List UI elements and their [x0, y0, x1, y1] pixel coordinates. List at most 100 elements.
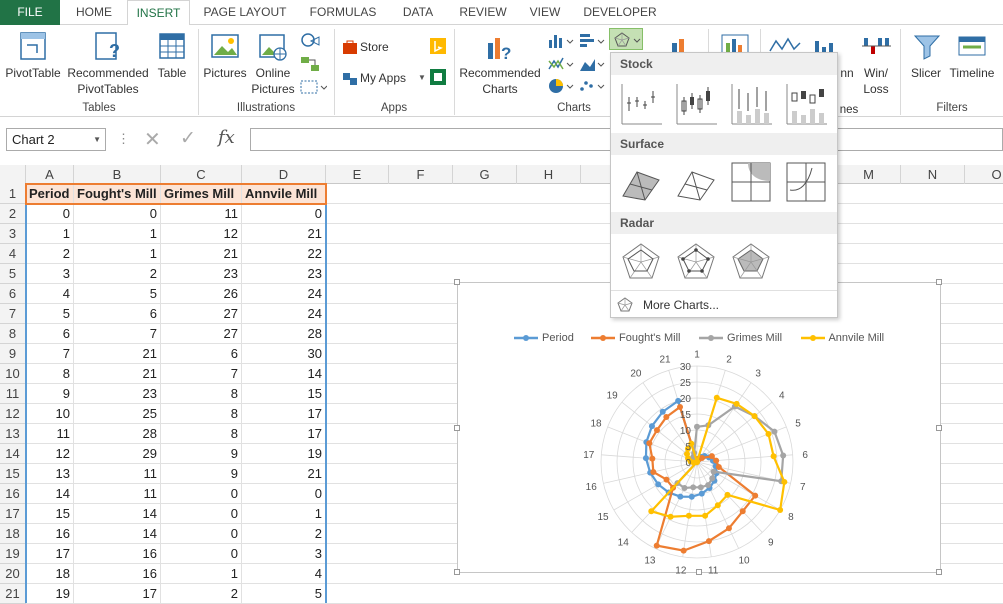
name-box[interactable]: Chart 2 ▼ [6, 128, 106, 151]
data-cell[interactable]: 28 [74, 424, 161, 444]
data-cell[interactable]: 24 [242, 284, 326, 304]
column-header[interactable]: E [326, 165, 389, 184]
resize-handle[interactable] [696, 569, 702, 575]
row-header[interactable]: 14 [0, 444, 26, 464]
recommended-pivottables-button[interactable]: ? Recommended PivotTables [66, 29, 150, 99]
data-cell[interactable]: 1 [74, 224, 161, 244]
row-header[interactable]: 10 [0, 364, 26, 384]
store-button[interactable]: Store [340, 37, 420, 59]
column-chart-icon[interactable] [547, 32, 575, 50]
data-cell[interactable]: 8 [161, 404, 242, 424]
radar-markers-thumb[interactable] [674, 240, 718, 284]
data-cell[interactable]: 15 [26, 504, 74, 524]
insert-function-icon[interactable]: fx [218, 127, 235, 148]
data-cell[interactable]: 8 [26, 364, 74, 384]
pivottable-button[interactable]: PivotTable [2, 29, 64, 99]
online-pictures-button[interactable]: Online Pictures [250, 29, 296, 99]
data-cell[interactable]: 9 [161, 464, 242, 484]
pictures-button[interactable]: Pictures [202, 29, 248, 99]
stock-hlc-thumb[interactable] [619, 81, 663, 125]
cancel-icon[interactable]: ✕ [144, 127, 161, 152]
column-header[interactable]: C [161, 165, 242, 184]
data-cell[interactable]: 15 [242, 384, 326, 404]
data-cell[interactable]: 8 [161, 424, 242, 444]
resize-handle[interactable] [454, 569, 460, 575]
data-cell[interactable]: 3 [242, 544, 326, 564]
data-cell[interactable]: 30 [242, 344, 326, 364]
data-cell[interactable]: 17 [26, 544, 74, 564]
tab-file[interactable]: FILE [0, 0, 60, 25]
column-header[interactable]: O [965, 165, 1003, 184]
row-header[interactable]: 16 [0, 484, 26, 504]
data-cell[interactable]: 7 [26, 344, 74, 364]
data-cell[interactable]: 12 [161, 224, 242, 244]
row-header[interactable]: 7 [0, 304, 26, 324]
stock-vhlc-thumb[interactable] [729, 81, 773, 125]
row-header[interactable]: 19 [0, 544, 26, 564]
data-cell[interactable]: 16 [26, 524, 74, 544]
data-cell[interactable]: 26 [161, 284, 242, 304]
slicer-button[interactable]: Slicer [906, 29, 946, 99]
data-cell[interactable]: 19 [242, 444, 326, 464]
data-cell[interactable]: 22 [242, 244, 326, 264]
data-cell[interactable]: 0 [161, 524, 242, 544]
data-cell[interactable]: 0 [74, 204, 161, 224]
row-header[interactable]: 1 [0, 184, 26, 204]
chevron-down-icon[interactable]: ▼ [93, 129, 101, 150]
column-header[interactable]: A [26, 165, 74, 184]
area-chart-icon[interactable] [578, 55, 606, 73]
data-cell[interactable]: 27 [161, 324, 242, 344]
shapes-icon[interactable] [299, 31, 323, 49]
data-cell[interactable]: 23 [161, 264, 242, 284]
data-cell[interactable]: 3 [26, 264, 74, 284]
data-cell[interactable]: 23 [74, 384, 161, 404]
data-cell[interactable]: 4 [26, 284, 74, 304]
tab-home[interactable]: HOME [66, 0, 122, 25]
resize-handle[interactable] [454, 279, 460, 285]
data-cell[interactable]: 11 [74, 484, 161, 504]
people-graph-icon[interactable] [430, 69, 446, 85]
row-header[interactable]: 5 [0, 264, 26, 284]
header-cell[interactable]: Grimes Mill [161, 184, 242, 204]
row-header[interactable]: 17 [0, 504, 26, 524]
data-cell[interactable]: 10 [26, 404, 74, 424]
data-cell[interactable]: 2 [161, 584, 242, 604]
row-header[interactable]: 13 [0, 424, 26, 444]
data-cell[interactable]: 14 [74, 504, 161, 524]
tab-review[interactable]: REVIEW [452, 0, 514, 25]
data-cell[interactable]: 1 [242, 504, 326, 524]
data-cell[interactable]: 0 [242, 204, 326, 224]
data-cell[interactable]: 11 [26, 424, 74, 444]
data-cell[interactable]: 0 [161, 484, 242, 504]
data-cell[interactable]: 9 [26, 384, 74, 404]
data-cell[interactable]: 24 [242, 304, 326, 324]
row-header[interactable]: 4 [0, 244, 26, 264]
scatter-chart-icon[interactable] [578, 77, 606, 95]
data-cell[interactable]: 5 [242, 584, 326, 604]
other-charts-button[interactable] [609, 28, 643, 50]
enter-icon[interactable]: ✓ [180, 127, 196, 150]
column-header[interactable]: F [389, 165, 453, 184]
data-cell[interactable]: 17 [242, 424, 326, 444]
data-cell[interactable]: 4 [242, 564, 326, 584]
data-cell[interactable]: 1 [161, 564, 242, 584]
data-cell[interactable]: 1 [26, 224, 74, 244]
tab-page-layout[interactable]: PAGE LAYOUT [196, 0, 294, 25]
header-cell[interactable]: Period [26, 184, 74, 204]
header-cell[interactable]: Fought's Mill [74, 184, 161, 204]
table-button[interactable]: Table [152, 29, 192, 99]
line-chart-icon[interactable] [547, 55, 575, 73]
my-apps-button[interactable]: My Apps ▼ [340, 68, 428, 90]
row-header[interactable]: 21 [0, 584, 26, 604]
resize-handle[interactable] [454, 425, 460, 431]
row-header[interactable]: 9 [0, 344, 26, 364]
bar-chart-icon[interactable] [578, 32, 606, 50]
row-header[interactable]: 6 [0, 284, 26, 304]
column-header[interactable]: B [74, 165, 161, 184]
data-cell[interactable]: 12 [26, 444, 74, 464]
data-cell[interactable]: 28 [242, 324, 326, 344]
data-cell[interactable]: 17 [242, 404, 326, 424]
data-cell[interactable]: 17 [74, 584, 161, 604]
data-cell[interactable]: 19 [26, 584, 74, 604]
data-cell[interactable]: 9 [161, 444, 242, 464]
